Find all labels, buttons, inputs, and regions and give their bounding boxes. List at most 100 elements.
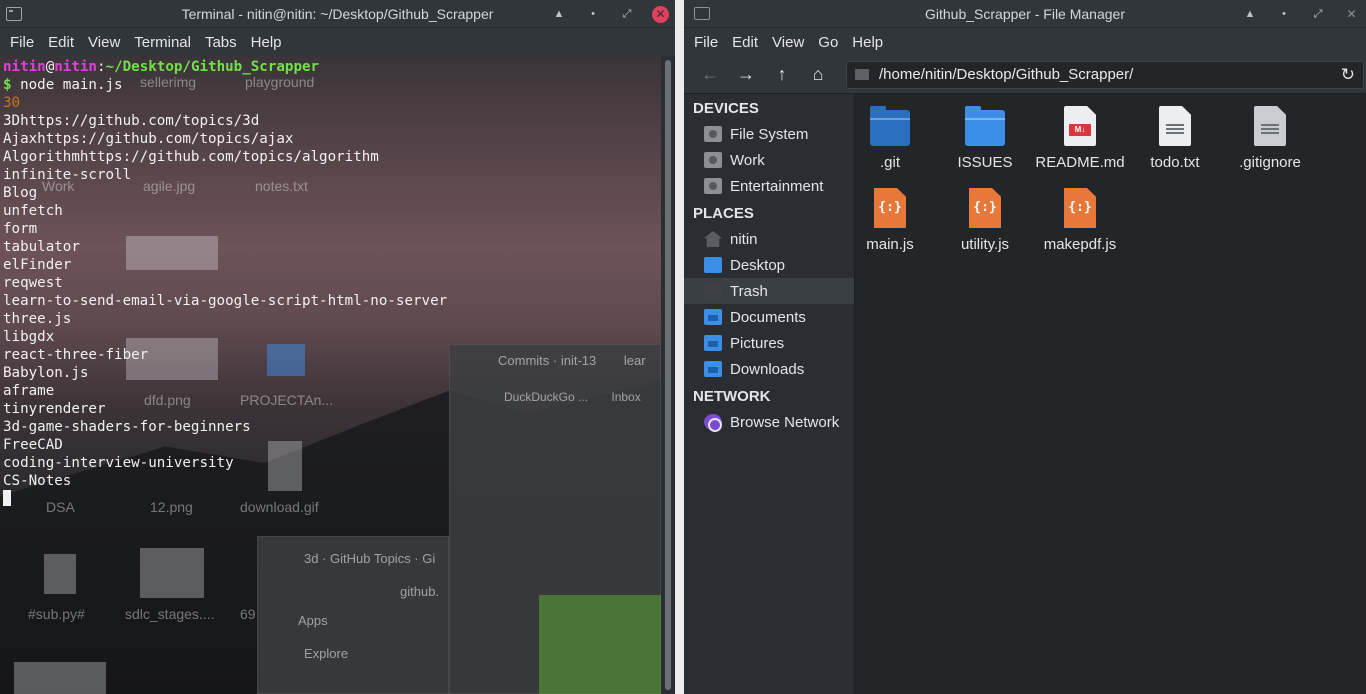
sidebar-item-desktop[interactable]: Desktop [684, 252, 854, 278]
sidebar-item-downloads[interactable]: Downloads [684, 356, 854, 382]
desktop-item: 69 [240, 606, 256, 622]
back-arrow-icon[interactable]: ← [692, 60, 728, 90]
terminal-window[interactable]: Terminal - nitin@nitin: ~/Desktop/Github… [0, 0, 675, 694]
output-line: Babylon.js [3, 365, 89, 381]
command-text: node main.js [11, 77, 123, 93]
output-line: reqwest [3, 275, 63, 291]
file-item-main-js[interactable]: {:} main.js [842, 188, 938, 253]
prompt-host: nitin [54, 59, 97, 75]
sidebar-item-label: Entertainment [730, 177, 824, 195]
output-line: learn-to-send-email-via-google-script-ht… [3, 293, 448, 309]
location-bar[interactable]: /home/nitin/Desktop/Github_Scrapper/ ↻ [846, 60, 1364, 89]
drive-icon [704, 152, 722, 168]
output-line: infinite-scroll [3, 167, 132, 183]
minimize-icon[interactable]: • [584, 5, 602, 23]
maximize-icon[interactable]: ⤢ [618, 5, 636, 23]
documents-folder-icon [704, 309, 722, 325]
background-browser-window: 3d · GitHub Topics · Gi github. Apps Exp… [257, 536, 449, 694]
sidebar-item-work[interactable]: Work [684, 147, 854, 173]
desktop-item: sdlc_stages.... [125, 606, 215, 622]
menu-help[interactable]: Help [244, 34, 289, 51]
desktop-item: #sub.py# [28, 606, 85, 622]
file-icon [44, 554, 76, 600]
sidebar-item-label: nitin [730, 230, 758, 248]
text-file-icon [1254, 106, 1286, 146]
menu-edit[interactable]: Edit [41, 34, 81, 51]
file-item-git[interactable]: .git [842, 106, 938, 171]
prompt-symbol: $ [3, 77, 12, 93]
terminal-body[interactable]: sellerimg playground Work agile.jpg note… [0, 56, 661, 694]
output-line: Blog [3, 185, 38, 201]
scrollbar-thumb[interactable] [665, 60, 671, 690]
menu-help[interactable]: Help [845, 34, 890, 51]
minimize-icon[interactable]: • [1275, 5, 1293, 23]
browser-tab: Commits · init-13 [498, 353, 597, 368]
sidebar-item-trash[interactable]: Trash [684, 278, 854, 304]
prompt-colon: : [96, 59, 106, 75]
file-manager-window[interactable]: Github_Scrapper - File Manager ▲ • ⤢ ✕ F… [684, 0, 1366, 694]
close-icon[interactable]: ✕ [652, 5, 669, 23]
sidebar-item-pictures[interactable]: Pictures [684, 330, 854, 356]
terminal-menubar: File Edit View Terminal Tabs Help [0, 28, 675, 56]
background-browser-window: Commits · init-13 lear DuckDuckGo ... In… [449, 344, 661, 694]
sidebar-link: Explore [304, 646, 349, 661]
terminal-cursor [3, 490, 11, 506]
file-manager-titlebar[interactable]: Github_Scrapper - File Manager ▲ • ⤢ ✕ [684, 0, 1366, 28]
sidebar-item-entertainment[interactable]: Entertainment [684, 173, 854, 199]
file-item-issues[interactable]: ISSUES [937, 106, 1033, 171]
file-item-gitignore[interactable]: .gitignore [1222, 106, 1318, 171]
shade-icon[interactable]: ▲ [550, 5, 568, 23]
home-icon[interactable]: ⌂ [800, 60, 836, 90]
reload-icon[interactable]: ↻ [1341, 65, 1355, 85]
menu-edit[interactable]: Edit [725, 34, 765, 51]
drive-icon [704, 178, 722, 194]
menu-file[interactable]: File [3, 34, 41, 51]
file-name: .git [879, 154, 900, 171]
devices-heading: DEVICES [693, 100, 759, 117]
javascript-file-icon: {:} [874, 188, 906, 228]
terminal-output[interactable]: nitin@nitin:~/Desktop/Github_Scrapper $ … [3, 58, 447, 508]
menu-go[interactable]: Go [811, 34, 845, 51]
output-line: CS-Notes [3, 473, 72, 489]
file-item-readme[interactable]: M↓ README.md [1032, 106, 1128, 171]
file-manager-toolbar: ← → ↑ ⌂ /home/nitin/Desktop/Github_Scrap… [684, 56, 1366, 94]
markdown-file-icon: M↓ [1064, 106, 1096, 146]
up-arrow-icon[interactable]: ↑ [764, 60, 800, 90]
sidebar-item-label: Browse Network [730, 413, 840, 431]
sidebar-item-file-system[interactable]: File System [684, 121, 854, 147]
close-icon[interactable]: ✕ [1343, 6, 1360, 23]
home-icon [704, 231, 722, 247]
downloads-folder-icon [704, 361, 722, 377]
desktop-thumbnail [14, 662, 106, 694]
terminal-scrollbar[interactable] [661, 56, 675, 694]
output-line: tabulator [3, 239, 80, 255]
shade-icon[interactable]: ▲ [1241, 5, 1259, 23]
file-item-makepdf-js[interactable]: {:} makepdf.js [1032, 188, 1128, 253]
network-icon [704, 414, 722, 432]
sidebar-item-home[interactable]: nitin [684, 226, 854, 252]
bookmark: Apps [298, 613, 328, 628]
browser-tab: lear [623, 353, 646, 368]
output-line: FreeCAD [3, 437, 63, 453]
file-item-utility-js[interactable]: {:} utility.js [937, 188, 1033, 253]
menu-view[interactable]: View [81, 34, 127, 51]
url-field: github. [400, 584, 440, 599]
sidebar-item-documents[interactable]: Documents [684, 304, 854, 330]
sidebar-item-label: Work [730, 151, 765, 169]
file-view[interactable]: .git ISSUES M↓ README.md todo.txt .gitig… [856, 94, 1366, 694]
menu-tabs[interactable]: Tabs [198, 34, 244, 51]
file-name: utility.js [960, 236, 1010, 253]
menu-terminal[interactable]: Terminal [127, 34, 198, 51]
sidebar-item-browse-network[interactable]: Browse Network [684, 409, 854, 435]
menu-view[interactable]: View [765, 34, 811, 51]
forward-arrow-icon[interactable]: → [728, 60, 764, 90]
maximize-icon[interactable]: ⤢ [1309, 5, 1327, 23]
output-line: 3Dhttps://github.com/topics/3d [3, 113, 260, 129]
terminal-titlebar[interactable]: Terminal - nitin@nitin: ~/Desktop/Github… [0, 0, 675, 28]
file-item-todo[interactable]: todo.txt [1127, 106, 1223, 171]
sidebar-item-label: Pictures [730, 334, 785, 352]
file-name: .gitignore [1239, 154, 1301, 171]
sidebar-item-label: File System [730, 125, 809, 143]
folder-icon [855, 69, 869, 80]
menu-file[interactable]: File [687, 34, 725, 51]
